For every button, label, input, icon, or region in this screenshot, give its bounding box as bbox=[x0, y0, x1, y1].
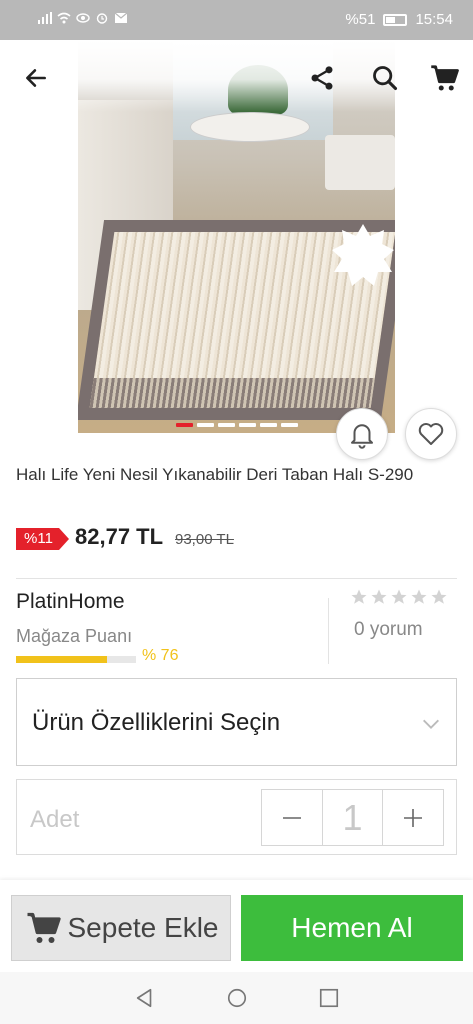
increase-quantity-button[interactable] bbox=[383, 790, 443, 845]
star-icon bbox=[351, 589, 367, 604]
cart-button[interactable] bbox=[425, 58, 465, 98]
product-price: 82,77 TL bbox=[75, 524, 164, 549]
eye-icon bbox=[76, 13, 90, 23]
divider bbox=[16, 578, 457, 579]
bottom-action-bar: Sepete Ekle Hemen Al bbox=[0, 880, 473, 972]
status-icons-right: %51 15:54 bbox=[345, 11, 453, 28]
gallery-dot[interactable] bbox=[197, 423, 214, 427]
status-bar: %51 15:54 bbox=[0, 0, 473, 40]
star-icon bbox=[391, 589, 407, 604]
vertical-divider bbox=[328, 598, 329, 664]
gallery-pagination bbox=[176, 423, 298, 427]
quantity-value[interactable]: 1 bbox=[322, 790, 383, 845]
review-count-link[interactable]: 0 yorum bbox=[354, 619, 423, 641]
starburst-badge-icon bbox=[332, 224, 394, 286]
battery-percent: %51 bbox=[345, 11, 376, 28]
decrease-quantity-button[interactable] bbox=[262, 790, 322, 845]
buy-now-label: Hemen Al bbox=[291, 912, 413, 943]
clock: 15:54 bbox=[415, 11, 453, 28]
store-score-label: Mağaza Puanı bbox=[16, 626, 133, 646]
quantity-row: Adet 1 bbox=[16, 779, 457, 855]
plus-icon bbox=[403, 808, 422, 827]
favorite-button[interactable] bbox=[405, 408, 457, 460]
cart-icon bbox=[27, 912, 61, 943]
mail-icon bbox=[114, 12, 128, 23]
share-button[interactable] bbox=[302, 58, 342, 98]
star-icon bbox=[411, 589, 427, 604]
bell-icon bbox=[351, 424, 373, 449]
nav-home-icon[interactable] bbox=[226, 987, 248, 1009]
chevron-down-icon bbox=[423, 719, 439, 729]
add-to-cart-label: Sepete Ekle bbox=[67, 912, 219, 943]
share-icon bbox=[311, 66, 333, 90]
back-button[interactable] bbox=[16, 58, 56, 98]
quantity-stepper: 1 bbox=[261, 789, 444, 846]
product-options-select[interactable]: Ürün Özelliklerini Seçin bbox=[16, 678, 457, 766]
store-name[interactable]: PlatinHome bbox=[16, 590, 125, 614]
top-app-bar bbox=[0, 40, 473, 112]
battery-icon bbox=[383, 13, 408, 26]
nav-recents-icon[interactable] bbox=[318, 987, 340, 1009]
gallery-dot[interactable] bbox=[218, 423, 235, 427]
add-to-cart-button[interactable]: Sepete Ekle bbox=[11, 895, 231, 961]
notify-button[interactable] bbox=[336, 408, 388, 460]
minus-icon bbox=[283, 816, 302, 819]
heart-icon bbox=[418, 423, 444, 445]
alarm-icon bbox=[96, 13, 108, 24]
gallery-dot[interactable] bbox=[260, 423, 277, 427]
arrow-left-icon bbox=[26, 69, 46, 87]
system-nav-bar bbox=[0, 972, 473, 1024]
star-icon bbox=[431, 589, 447, 604]
discount-badge: %11 bbox=[16, 528, 69, 550]
store-score-fill bbox=[16, 656, 108, 663]
wifi-icon bbox=[57, 12, 71, 24]
rating-stars[interactable] bbox=[350, 588, 448, 606]
gallery-dot[interactable] bbox=[239, 423, 256, 427]
old-price: 93,00 TL bbox=[175, 531, 234, 548]
store-score-bar bbox=[16, 656, 136, 663]
nav-back-icon[interactable] bbox=[134, 987, 156, 1009]
star-icon bbox=[371, 589, 387, 604]
store-score-value: % 76 bbox=[142, 647, 179, 664]
buy-now-button[interactable]: Hemen Al bbox=[241, 895, 463, 961]
search-icon bbox=[373, 66, 398, 91]
gallery-dot[interactable] bbox=[281, 423, 298, 427]
product-title: Halı Life Yeni Nesil Yıkanabilir Deri Ta… bbox=[16, 465, 414, 484]
signal-icon bbox=[38, 12, 52, 24]
status-icons-left bbox=[38, 12, 128, 24]
search-button[interactable] bbox=[365, 58, 405, 98]
gallery-dot-active[interactable] bbox=[176, 423, 193, 427]
options-select-label: Ürün Özelliklerini Seçin bbox=[32, 709, 281, 736]
cart-icon bbox=[431, 65, 459, 91]
quantity-label: Adet bbox=[30, 806, 80, 833]
